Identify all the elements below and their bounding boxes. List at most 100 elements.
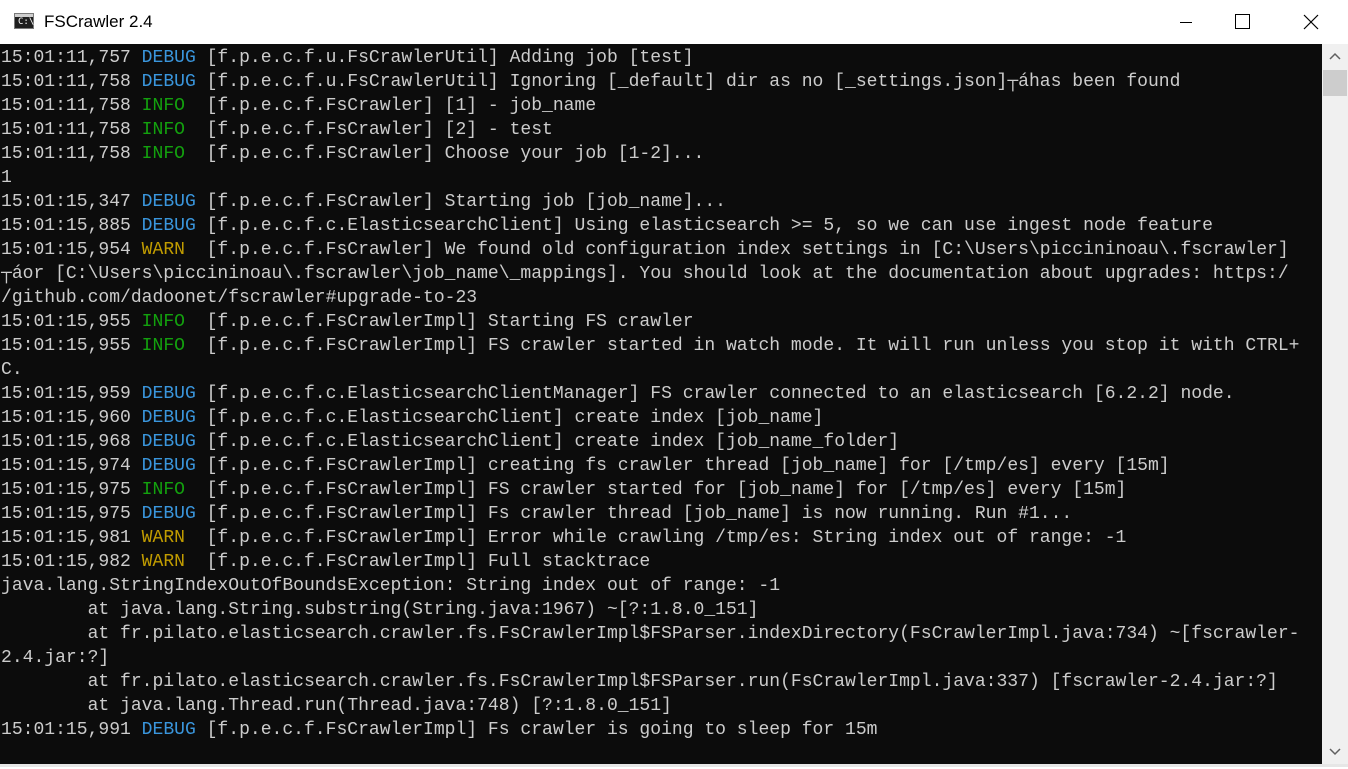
log-level: INFO (141, 120, 196, 140)
log-timestamp: 15:01:15,955 (1, 312, 142, 332)
log-timestamp: 15:01:11,758 (1, 144, 142, 164)
chevron-up-icon (1329, 52, 1341, 60)
log-message: [f.p.e.c.f.u.FsCrawlerUtil] Ignoring [_d… (195, 72, 1181, 92)
log-message: [f.p.e.c.f.c.ElasticsearchClient] create… (195, 432, 900, 452)
log-level: DEBUG (141, 48, 196, 68)
log-message: [f.p.e.c.f.u.FsCrawlerUtil] Adding job [… (195, 48, 694, 68)
log-level: DEBUG (141, 72, 196, 92)
title-bar[interactable]: C:\ FSCrawler 2.4 (0, 0, 1348, 44)
console-line: 15:01:11,757 DEBUG [f.p.e.c.f.u.FsCrawle… (1, 46, 694, 70)
console-app-icon[interactable]: C:\ (14, 13, 34, 29)
log-level: DEBUG (141, 408, 196, 428)
console-line: 15:01:15,991 DEBUG [f.p.e.c.f.FsCrawlerI… (1, 718, 877, 742)
scroll-thumb[interactable] (1323, 70, 1347, 96)
app-icon-glyph: C:\ (18, 17, 35, 27)
log-message: [f.p.e.c.f.FsCrawler] [2] - test (195, 120, 553, 140)
console-line: 15:01:11,758 INFO [f.p.e.c.f.FsCrawler] … (1, 118, 553, 142)
log-timestamp: 15:01:11,758 (1, 96, 142, 116)
minimize-button[interactable] (1163, 0, 1209, 44)
log-message: [f.p.e.c.f.FsCrawlerImpl] Error while cr… (195, 528, 1127, 548)
minimize-icon (1180, 22, 1192, 23)
log-level: INFO (141, 336, 196, 356)
console-line: 15:01:15,954 WARN [f.p.e.c.f.FsCrawler] … (1, 238, 1289, 262)
chevron-down-icon (1329, 748, 1341, 756)
console-line: at fr.pilato.elasticsearch.crawler.fs.Fs… (1, 670, 1278, 694)
console-line: 15:01:15,955 INFO [f.p.e.c.f.FsCrawlerIm… (1, 310, 694, 334)
window-title: FSCrawler 2.4 (44, 12, 153, 31)
log-message: [f.p.e.c.f.FsCrawler] Starting job [job_… (195, 192, 726, 212)
log-level: INFO (141, 144, 196, 164)
log-timestamp: 15:01:15,959 (1, 384, 142, 404)
log-message: 2.4.jar:?] (1, 648, 110, 668)
log-timestamp: 15:01:15,885 (1, 216, 142, 236)
console-output[interactable]: 15:01:11,757 DEBUG [f.p.e.c.f.u.FsCrawle… (0, 44, 1322, 764)
log-timestamp: 15:01:15,954 (1, 240, 142, 260)
console-line: 2.4.jar:?] (1, 646, 109, 670)
console-line: 15:01:11,758 INFO [f.p.e.c.f.FsCrawler] … (1, 94, 596, 118)
vertical-scrollbar[interactable] (1322, 44, 1348, 764)
console-line: 15:01:15,960 DEBUG [f.p.e.c.f.c.Elastics… (1, 406, 823, 430)
log-message: [f.p.e.c.f.FsCrawlerImpl] creating fs cr… (195, 456, 1170, 476)
scroll-up-button[interactable] (1322, 44, 1348, 70)
log-timestamp: 15:01:11,757 (1, 48, 142, 68)
log-message: /github.com/dadoonet/fscrawler#upgrade-t… (1, 288, 478, 308)
log-timestamp: 15:01:15,982 (1, 552, 142, 572)
console-line: 15:01:15,955 INFO [f.p.e.c.f.FsCrawlerIm… (1, 334, 1299, 358)
log-level: WARN (141, 240, 196, 260)
log-timestamp: 15:01:11,758 (1, 120, 142, 140)
console-line: 15:01:15,975 INFO [f.p.e.c.f.FsCrawlerIm… (1, 478, 1126, 502)
console-line: at java.lang.Thread.run(Thread.java:748)… (1, 694, 672, 718)
log-message: [f.p.e.c.f.c.ElasticsearchClient] Using … (195, 216, 1213, 236)
log-level: DEBUG (141, 432, 196, 452)
log-level: INFO (141, 312, 196, 332)
scroll-down-button[interactable] (1322, 738, 1348, 764)
log-message: [f.p.e.c.f.FsCrawlerImpl] FS crawler sta… (195, 336, 1300, 356)
console-line: 15:01:11,758 DEBUG [f.p.e.c.f.u.FsCrawle… (1, 70, 1180, 94)
log-level: DEBUG (141, 456, 196, 476)
log-message: ┬áor [C:\Users\piccininoau\.fscrawler\jo… (1, 264, 1289, 284)
log-level: DEBUG (141, 504, 196, 524)
log-message: [f.p.e.c.f.FsCrawler] [1] - job_name (195, 96, 597, 116)
console-line: java.lang.StringIndexOutOfBoundsExceptio… (1, 574, 780, 598)
log-message: [f.p.e.c.f.FsCrawlerImpl] FS crawler sta… (195, 480, 1127, 500)
log-message: 1 (1, 168, 12, 188)
console-line: 15:01:15,982 WARN [f.p.e.c.f.FsCrawlerIm… (1, 550, 650, 574)
log-message: [f.p.e.c.f.c.ElasticsearchClient] create… (195, 408, 824, 428)
log-message: [f.p.e.c.f.FsCrawlerImpl] Fs crawler thr… (195, 504, 1073, 524)
console-line: 15:01:15,974 DEBUG [f.p.e.c.f.FsCrawlerI… (1, 454, 1170, 478)
log-message: at java.lang.Thread.run(Thread.java:748)… (1, 696, 672, 716)
close-icon (1303, 14, 1319, 30)
log-timestamp: 15:01:15,975 (1, 480, 142, 500)
console-line: 15:01:15,968 DEBUG [f.p.e.c.f.c.Elastics… (1, 430, 899, 454)
log-message: [f.p.e.c.f.FsCrawlerImpl] Full stacktrac… (195, 552, 651, 572)
log-timestamp: 15:01:15,981 (1, 528, 142, 548)
console-line: ┬áor [C:\Users\piccininoau\.fscrawler\jo… (1, 262, 1289, 286)
maximize-button[interactable] (1218, 0, 1264, 44)
log-timestamp: 15:01:15,991 (1, 720, 142, 740)
log-timestamp: 15:01:15,955 (1, 336, 142, 356)
log-timestamp: 15:01:15,960 (1, 408, 142, 428)
log-level: DEBUG (141, 192, 196, 212)
close-button[interactable] (1288, 0, 1334, 44)
log-timestamp: 15:01:15,975 (1, 504, 142, 524)
console-line: /github.com/dadoonet/fscrawler#upgrade-t… (1, 286, 477, 310)
log-level: INFO (141, 96, 196, 116)
console-line: at fr.pilato.elasticsearch.crawler.fs.Fs… (1, 622, 1300, 646)
log-message: [f.p.e.c.f.FsCrawler] We found old confi… (195, 240, 1289, 260)
log-timestamp: 15:01:15,974 (1, 456, 142, 476)
console-line: 1 (1, 166, 12, 190)
console-line: at java.lang.String.substring(String.jav… (1, 598, 759, 622)
log-timestamp: 15:01:15,347 (1, 192, 142, 212)
log-level: DEBUG (141, 384, 196, 404)
log-message: [f.p.e.c.f.FsCrawlerImpl] Starting FS cr… (195, 312, 694, 332)
log-level: INFO (141, 480, 196, 500)
console-line: 15:01:15,347 DEBUG [f.p.e.c.f.FsCrawler]… (1, 190, 726, 214)
log-timestamp: 15:01:11,758 (1, 72, 142, 92)
log-level: WARN (141, 552, 196, 572)
console-line: 15:01:15,981 WARN [f.p.e.c.f.FsCrawlerIm… (1, 526, 1126, 550)
log-message: [f.p.e.c.f.FsCrawler] Choose your job [1… (195, 144, 705, 164)
log-message: C. (1, 360, 23, 380)
console-line: 15:01:15,885 DEBUG [f.p.e.c.f.c.Elastics… (1, 214, 1213, 238)
log-message: [f.p.e.c.f.c.ElasticsearchClientManager]… (195, 384, 1235, 404)
log-message: [f.p.e.c.f.FsCrawlerImpl] Fs crawler is … (195, 720, 878, 740)
